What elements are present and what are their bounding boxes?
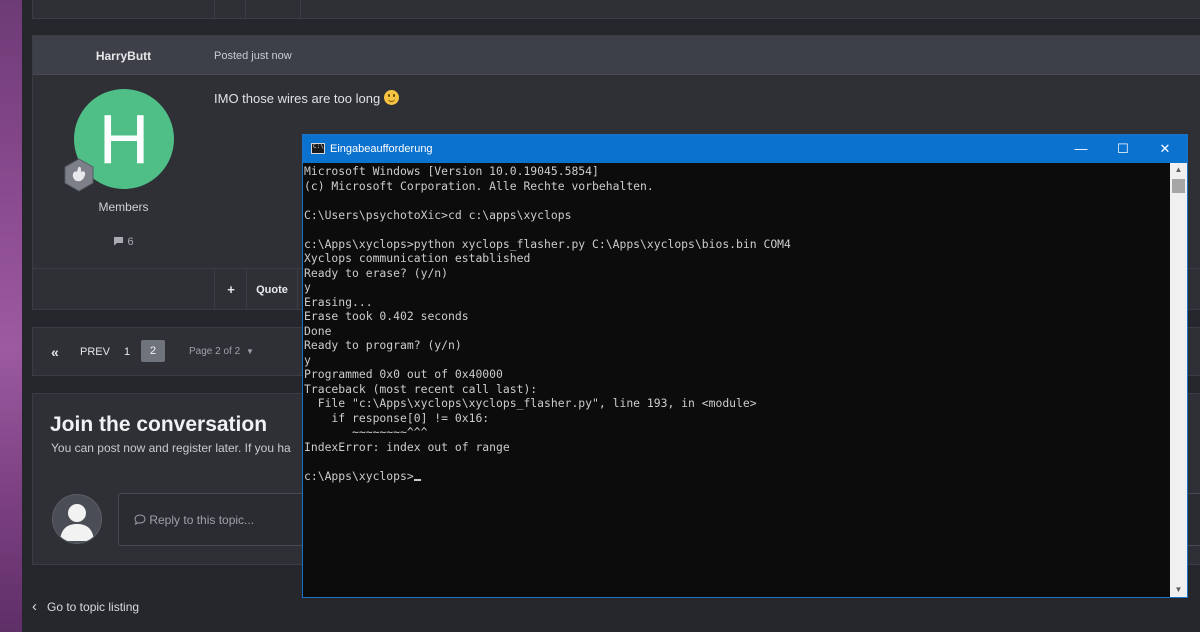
prev-plus-button[interactable] <box>214 0 245 18</box>
post-date: Posted just now <box>214 50 292 62</box>
member-group: Members <box>98 200 149 214</box>
go-to-topic-listing-link[interactable]: ‹ Go to topic listing <box>32 598 139 615</box>
reply-placeholder-text: Reply to this topic... <box>149 513 255 527</box>
prev-page-button[interactable]: PREV <box>80 328 110 376</box>
scroll-down-icon[interactable]: ▼ <box>1170 583 1187 597</box>
desktop-background <box>0 0 22 632</box>
vertical-scrollbar[interactable]: ▲ ▼ <box>1170 163 1187 597</box>
console-output[interactable]: Microsoft Windows [Version 10.0.19045.58… <box>303 163 1170 597</box>
reply-placeholder: Reply to this topic... <box>134 494 254 546</box>
smile-emoji-icon <box>384 90 400 105</box>
console-lines: Microsoft Windows [Version 10.0.19045.58… <box>304 164 791 454</box>
comment-icon <box>134 513 149 527</box>
text-cursor <box>413 478 421 481</box>
rank-badge-icon <box>62 158 96 192</box>
join-subtitle: You can post now and register later. If … <box>51 441 291 455</box>
post-content: IMO those wires are too long <box>214 90 400 106</box>
minimize-button[interactable]: — <box>1060 135 1102 163</box>
scroll-thumb[interactable] <box>1172 179 1185 193</box>
scroll-up-icon[interactable]: ▲ <box>1170 163 1187 177</box>
post-text: IMO those wires are too long <box>214 91 381 106</box>
page-1-link[interactable]: 1 <box>124 328 130 376</box>
first-page-button[interactable]: « <box>51 328 59 376</box>
prev-quote-button[interactable] <box>245 0 301 18</box>
multiquote-button[interactable]: + <box>214 269 247 310</box>
chevron-left-icon: ‹ <box>32 598 37 615</box>
caret-down-icon: ▼ <box>245 347 254 356</box>
post-count-value: 6 <box>127 236 134 248</box>
window-titlebar[interactable]: Eingabeaufforderung — ☐ ✕ <box>303 135 1187 163</box>
window-title: Eingabeaufforderung <box>330 143 433 155</box>
previous-post-footer <box>32 0 1200 19</box>
join-title: Join the conversation <box>50 413 268 436</box>
maximize-button[interactable]: ☐ <box>1102 135 1144 163</box>
go-topic-label: Go to topic listing <box>47 600 140 614</box>
console-text: Microsoft Windows [Version 10.0.19045.58… <box>303 163 1170 483</box>
page-jump-dropdown[interactable]: Page 2 of 2 ▼ <box>189 328 254 376</box>
page-of-label: Page 2 of 2 <box>189 346 241 357</box>
page-2-current[interactable]: 2 <box>141 340 165 362</box>
quote-button[interactable]: Quote <box>246 269 298 310</box>
console-prompt: c:\Apps\xyclops> <box>304 468 414 483</box>
command-prompt-window[interactable]: Eingabeaufforderung — ☐ ✕ Microsoft Wind… <box>302 134 1188 598</box>
author-name[interactable]: HarryButt <box>33 36 214 74</box>
close-button[interactable]: ✕ <box>1144 135 1186 163</box>
comment-icon <box>113 236 127 248</box>
post-header: HarryButt Posted just now <box>33 36 1200 75</box>
post-count: 6 <box>33 236 214 248</box>
console-app-icon <box>311 143 325 154</box>
guest-avatar-icon <box>52 494 102 544</box>
